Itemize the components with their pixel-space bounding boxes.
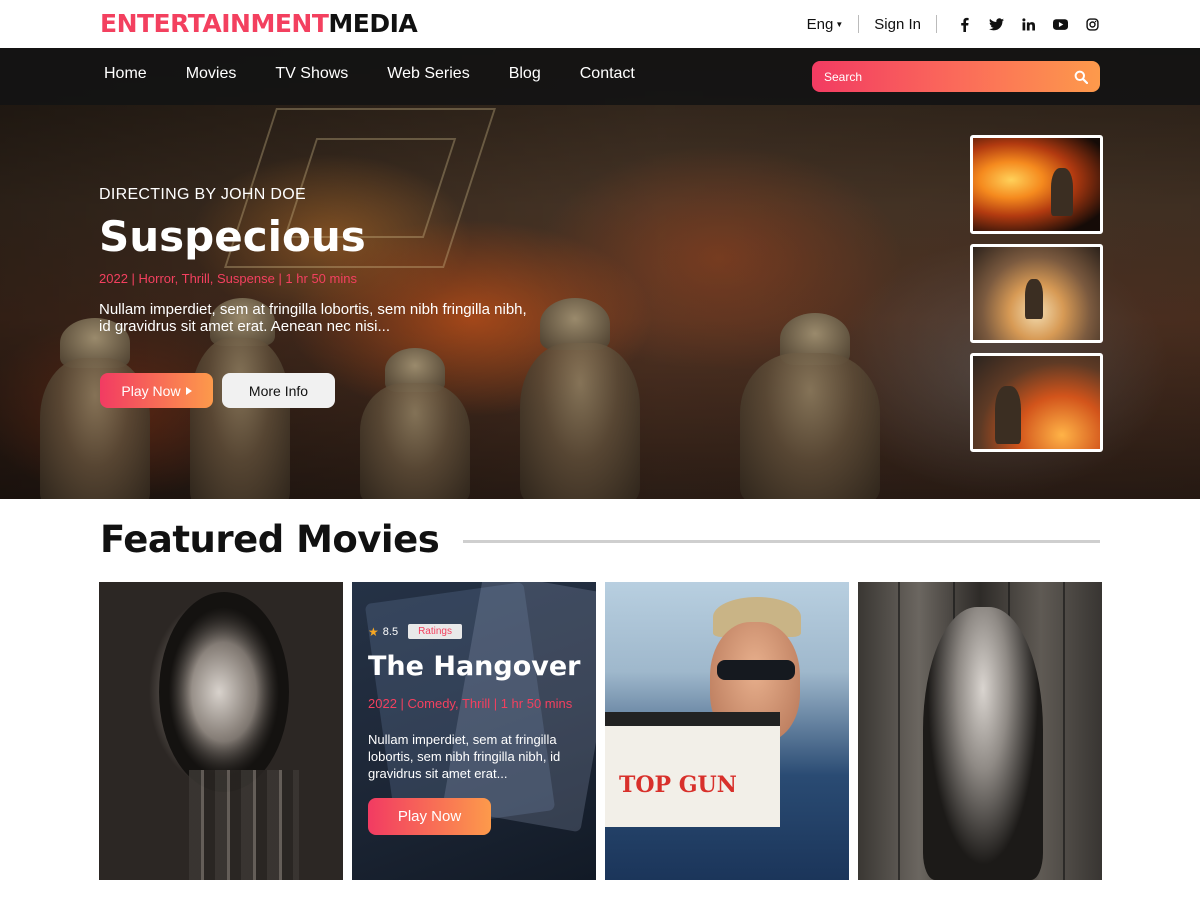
- featured-movie-cards: ★ 8.5 Ratings The Hangover 2022 | Comedy…: [99, 582, 1102, 880]
- hero-thumbnails: [970, 135, 1103, 452]
- language-selector[interactable]: Eng ▼: [807, 16, 844, 33]
- thumbnail-art: [1051, 168, 1073, 216]
- nav-tv-shows[interactable]: TV Shows: [275, 65, 348, 83]
- thumbnail-art: [995, 386, 1021, 444]
- play-now-button[interactable]: Play Now: [100, 373, 213, 408]
- hero-thumbnail[interactable]: [970, 135, 1103, 234]
- main-navbar: Home Movies TV Shows Web Series Blog Con…: [0, 48, 1200, 105]
- hero-thumbnail[interactable]: [970, 353, 1103, 452]
- poster-art: [717, 660, 795, 680]
- nav-movies[interactable]: Movies: [186, 65, 237, 83]
- twitter-icon[interactable]: [989, 17, 1004, 32]
- play-now-label: Play Now: [121, 382, 181, 399]
- hero-description: Nullam imperdiet, sem at fringilla lobor…: [99, 301, 527, 335]
- divider: [858, 15, 860, 33]
- search-input[interactable]: [824, 69, 1074, 84]
- main-nav: Home Movies TV Shows Web Series Blog Con…: [104, 65, 635, 83]
- brand-logo[interactable]: ENTERTAINMENTMEDIA: [100, 9, 418, 38]
- play-now-button[interactable]: Play Now: [368, 798, 491, 835]
- caret-down-icon: ▼: [835, 19, 844, 29]
- facebook-icon[interactable]: [957, 17, 972, 32]
- more-info-button[interactable]: More Info: [222, 373, 335, 408]
- rating-value: 8.5: [382, 625, 399, 638]
- brand-logo-part1: ENTERTAINMENT: [100, 9, 329, 38]
- search-bar: [812, 61, 1100, 92]
- poster-art: [159, 592, 289, 792]
- play-icon: [185, 386, 192, 395]
- poster-art: [1063, 582, 1065, 880]
- top-bar: ENTERTAINMENTMEDIA Eng ▼ Sign In: [0, 0, 1200, 48]
- linkedin-icon[interactable]: [1021, 17, 1036, 32]
- movie-card-details: ★ 8.5 Ratings The Hangover 2022 | Comedy…: [368, 624, 588, 835]
- nav-web-series[interactable]: Web Series: [387, 65, 469, 83]
- nav-contact[interactable]: Contact: [580, 65, 635, 83]
- thumbnail-art: [1025, 279, 1043, 319]
- language-label: Eng: [806, 15, 834, 33]
- rating-row: ★ 8.5 Ratings: [368, 624, 588, 639]
- star-icon: ★: [368, 624, 379, 639]
- hero-thumbnail[interactable]: [970, 244, 1103, 343]
- nav-home[interactable]: Home: [104, 65, 147, 83]
- poster-art: [898, 582, 900, 880]
- youtube-icon[interactable]: [1053, 17, 1068, 32]
- movie-card[interactable]: [858, 582, 1102, 880]
- movie-title: The Hangover: [368, 651, 581, 682]
- brand-logo-part2: MEDIA: [328, 9, 418, 38]
- sign-in-link[interactable]: Sign In: [874, 16, 921, 33]
- hero-actions: Play Now More Info: [100, 373, 559, 408]
- movie-card[interactable]: [99, 582, 343, 880]
- movie-description: Nullam imperdiet, sem at fringilla lobor…: [368, 732, 561, 781]
- instagram-icon[interactable]: [1085, 17, 1100, 32]
- hero-art: [740, 353, 880, 499]
- movie-card-highlight[interactable]: ★ 8.5 Ratings The Hangover 2022 | Comedy…: [352, 582, 596, 880]
- ratings-badge: Ratings: [408, 624, 462, 639]
- movie-meta: 2022 | Comedy, Thrill | 1 hr 50 mins: [368, 696, 573, 711]
- divider: [936, 15, 937, 33]
- poster-art: [923, 607, 1043, 880]
- hero-title: Suspecious: [99, 212, 366, 261]
- poster-text: TOP GUN: [619, 772, 737, 798]
- search-icon[interactable]: [1074, 70, 1089, 84]
- featured-heading: Featured Movies: [100, 518, 440, 561]
- top-right-controls: Eng ▼ Sign In: [807, 12, 1100, 36]
- poster-art: [189, 770, 299, 880]
- poster-art: [605, 712, 780, 827]
- hero-content: DIRECTING BY JOHN DOE Suspecious 2022 | …: [99, 186, 559, 408]
- movie-card[interactable]: TOP GUN: [605, 582, 849, 880]
- hero-director: DIRECTING BY JOHN DOE: [99, 186, 306, 203]
- hero-meta: 2022 | Horror, Thrill, Suspense | 1 hr 5…: [99, 271, 357, 286]
- nav-blog[interactable]: Blog: [509, 65, 541, 83]
- social-links: [957, 17, 1100, 32]
- featured-divider: [463, 540, 1100, 543]
